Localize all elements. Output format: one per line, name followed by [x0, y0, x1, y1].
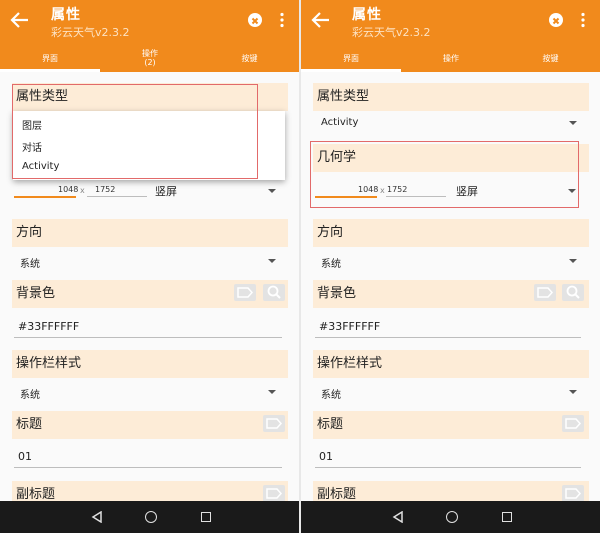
label-icon[interactable] — [562, 485, 584, 502]
search-icon[interactable] — [263, 284, 285, 301]
direction-value[interactable]: 系统 — [20, 255, 40, 270]
section-direction: 方向 — [12, 219, 288, 247]
section-action-bar-style: 操作栏样式 — [313, 350, 589, 378]
title-input[interactable]: 01 — [18, 450, 32, 463]
clear-icon[interactable] — [549, 13, 563, 27]
system-nav-bar — [0, 501, 299, 533]
tab-keys[interactable]: 按键 — [200, 44, 299, 72]
app-title: 属性 — [352, 7, 382, 23]
highlight-box — [310, 141, 579, 208]
section-action-bar-style: 操作栏样式 — [12, 350, 288, 378]
orientation-value[interactable]: 竖屏 — [155, 183, 177, 199]
clear-icon[interactable] — [248, 13, 262, 27]
input-underline — [14, 337, 282, 338]
dropdown-arrow-icon[interactable] — [268, 189, 276, 193]
dropdown-arrow-icon[interactable] — [569, 121, 577, 125]
title-input[interactable]: 01 — [319, 450, 333, 463]
nav-home-icon[interactable] — [145, 511, 157, 523]
input-underline — [14, 467, 282, 468]
background-color-input[interactable]: #33FFFFFF — [319, 320, 380, 333]
section-title: 标题 — [313, 411, 589, 439]
nav-home-icon[interactable] — [446, 511, 458, 523]
label-icon[interactable] — [562, 415, 584, 432]
more-vert-icon[interactable] — [580, 12, 586, 28]
more-vert-icon[interactable] — [279, 12, 285, 28]
geometry-x: x — [80, 186, 85, 195]
attribute-type-value[interactable]: Activity — [321, 117, 358, 128]
right-screen: 属性 彩云天气v2.3.2 界面 操作 按键 属性类型 Activity 几何学… — [301, 0, 600, 533]
label-icon[interactable] — [263, 485, 285, 502]
tab-actions[interactable]: 操作 (2) — [100, 44, 200, 72]
dropdown-arrow-icon[interactable] — [268, 259, 276, 263]
section-title: 标题 — [12, 411, 288, 439]
action-bar-style-value[interactable]: 系统 — [20, 386, 40, 401]
tab-bar: 界面 操作 (2) 按键 — [0, 44, 299, 72]
app-subtitle: 彩云天气v2.3.2 — [51, 26, 130, 39]
direction-value[interactable]: 系统 — [321, 255, 341, 270]
back-arrow-icon[interactable] — [311, 11, 331, 29]
label-icon[interactable] — [234, 284, 256, 301]
tab-interface[interactable]: 界面 — [0, 44, 100, 72]
system-nav-bar — [301, 501, 600, 533]
search-icon[interactable] — [562, 284, 584, 301]
nav-back-icon[interactable] — [91, 511, 103, 523]
tab-actions[interactable]: 操作 — [401, 44, 501, 72]
dropdown-arrow-icon[interactable] — [569, 259, 577, 263]
label-icon[interactable] — [263, 415, 285, 432]
highlight-box — [12, 84, 258, 179]
action-bar-style-value[interactable]: 系统 — [321, 386, 341, 401]
properties-list: 属性类型 Activity 几何学 1048 x 1752 竖屏 方向 系统 背… — [301, 72, 600, 509]
tab-interface[interactable]: 界面 — [301, 44, 401, 72]
section-direction: 方向 — [313, 219, 589, 247]
input-underline — [315, 337, 581, 338]
app-subtitle: 彩云天气v2.3.2 — [352, 26, 431, 39]
dropdown-arrow-icon[interactable] — [569, 390, 577, 394]
left-screen: 属性 彩云天气v2.3.2 界面 操作 (2) 按键 属性类型 1048 x 17… — [0, 0, 299, 533]
nav-back-icon[interactable] — [392, 511, 404, 523]
app-bar: 属性 彩云天气v2.3.2 界面 操作 (2) 按键 — [0, 0, 299, 72]
height-underline — [87, 196, 147, 197]
app-bar: 属性 彩云天气v2.3.2 界面 操作 按键 — [301, 0, 600, 72]
width-underline — [14, 196, 76, 198]
back-arrow-icon[interactable] — [10, 11, 30, 29]
geometry-width[interactable]: 1048 — [58, 185, 78, 194]
label-icon[interactable] — [534, 284, 556, 301]
tab-keys[interactable]: 按键 — [501, 44, 600, 72]
section-attribute-type: 属性类型 — [313, 83, 589, 111]
tab-bar: 界面 操作 按键 — [301, 44, 600, 72]
nav-recent-icon[interactable] — [201, 512, 211, 522]
background-color-input[interactable]: #33FFFFFF — [18, 320, 79, 333]
dropdown-arrow-icon[interactable] — [268, 390, 276, 394]
app-title: 属性 — [51, 7, 81, 23]
geometry-height[interactable]: 1752 — [95, 185, 115, 194]
input-underline — [315, 467, 581, 468]
nav-recent-icon[interactable] — [502, 512, 512, 522]
